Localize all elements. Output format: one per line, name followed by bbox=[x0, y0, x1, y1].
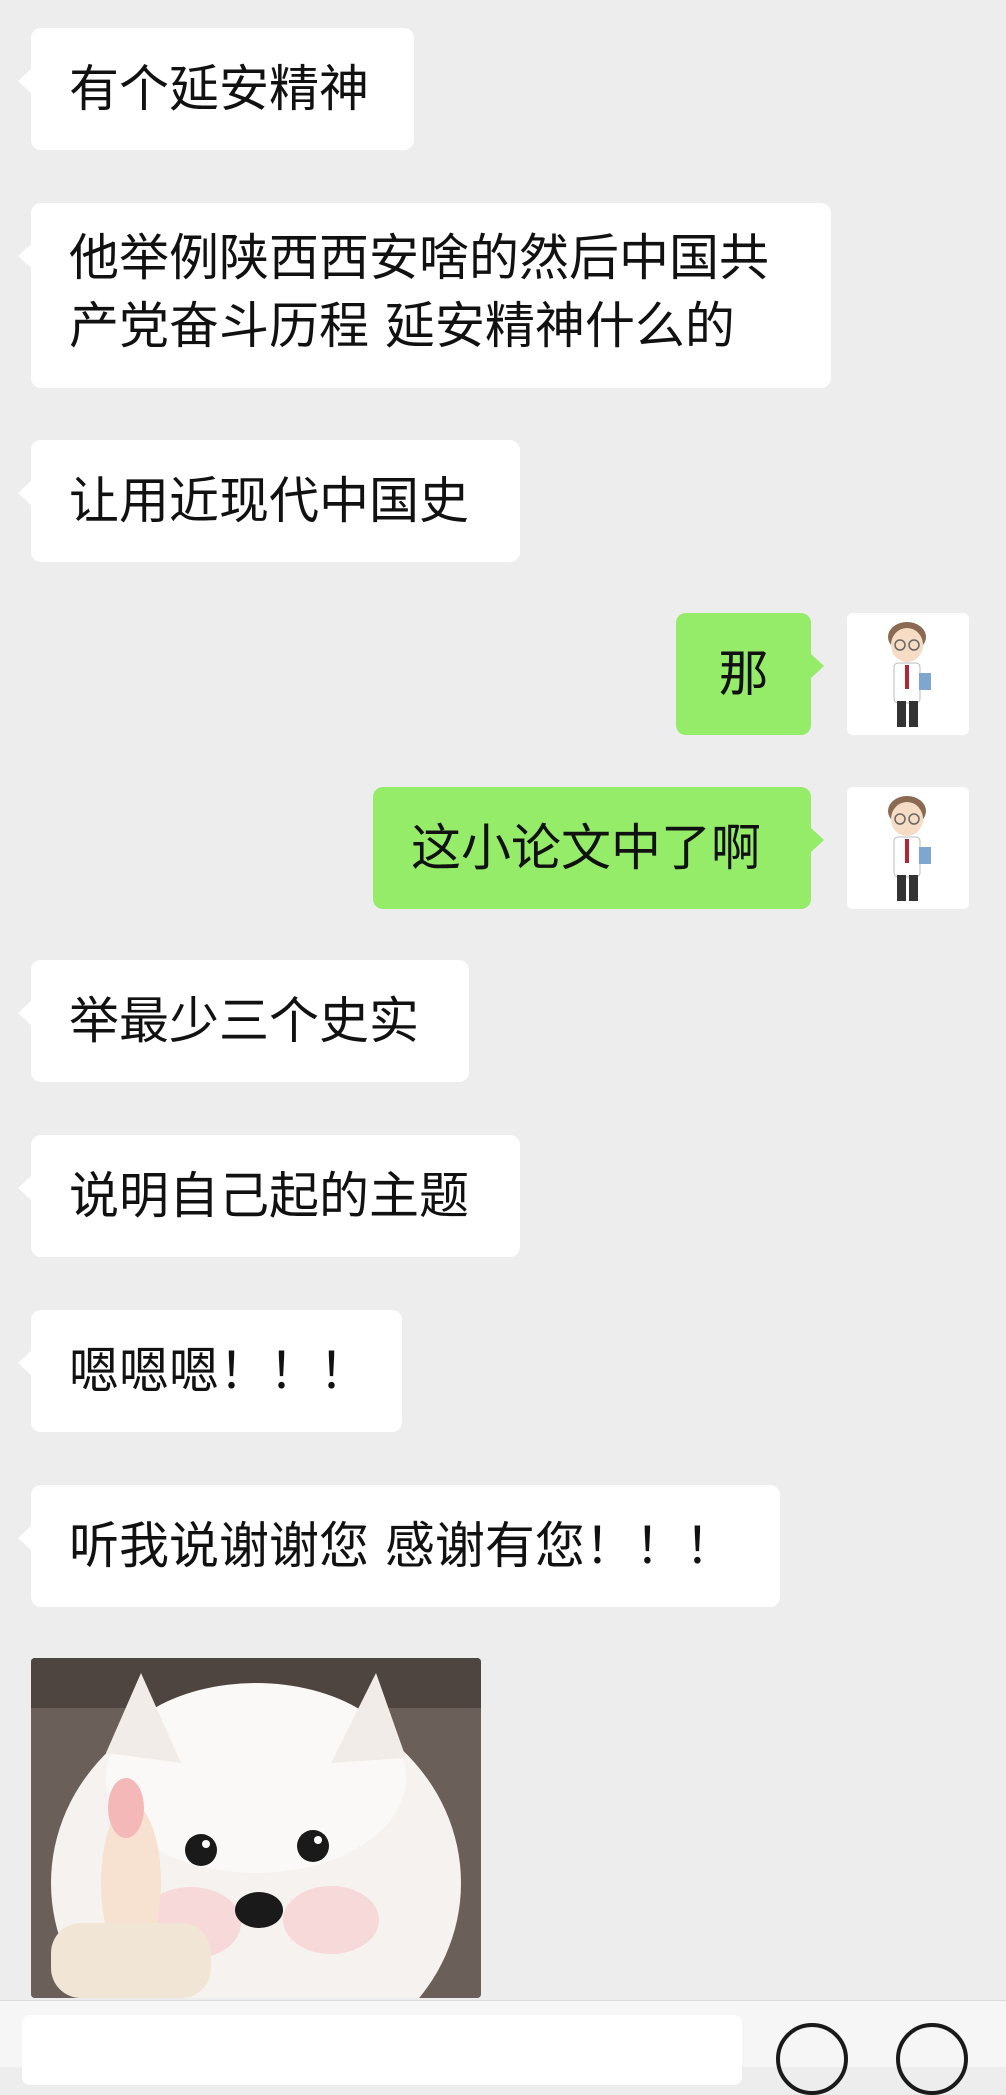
message-text: 说明自己起的主题 bbox=[69, 1167, 469, 1225]
message-bubble-incoming[interactable]: 听我说谢谢您 感谢有您！！！ bbox=[18, 1485, 780, 1607]
message-text: 让用近现代中国史 bbox=[69, 472, 469, 530]
message-text: 听我说谢谢您 感谢有您！！！ bbox=[69, 1517, 735, 1575]
message-bubble-incoming[interactable]: 说明自己起的主题 bbox=[18, 1135, 520, 1257]
chat-input-bar bbox=[0, 2000, 1006, 2095]
user-avatar[interactable] bbox=[847, 787, 969, 909]
message-text: 这小论文中了啊 bbox=[411, 819, 761, 877]
message-bubble-incoming[interactable]: 他举例陕西西安啥的然后中国共产党奋斗历程 延安精神什么的 bbox=[18, 203, 831, 388]
chat-area: 有个延安精神 他举例陕西西安啥的然后中国共产党奋斗历程 延安精神什么的 让用近现… bbox=[0, 0, 1006, 2095]
message-bubble-incoming[interactable]: 举最少三个史实 bbox=[18, 960, 469, 1082]
plus-icon[interactable] bbox=[896, 2023, 968, 2095]
cartoon-man-avatar-icon bbox=[888, 796, 931, 901]
cartoon-man-avatar-icon bbox=[888, 622, 931, 727]
white-dog-thumbs-up-sticker bbox=[31, 1658, 481, 1998]
emoji-icon[interactable] bbox=[776, 2023, 848, 2095]
message-bubble-incoming[interactable]: 有个延安精神 bbox=[18, 28, 414, 150]
dog-sticker-image[interactable] bbox=[31, 1658, 481, 1998]
message-text: 举最少三个史实 bbox=[69, 992, 419, 1050]
message-input[interactable] bbox=[22, 2015, 742, 2085]
message-bubble-incoming[interactable]: 嗯嗯嗯！！！ bbox=[18, 1310, 402, 1432]
user-avatar[interactable] bbox=[847, 613, 969, 735]
message-text: 有个延安精神 bbox=[69, 60, 369, 118]
message-text: 他举例陕西西安啥的然后中国共产党奋斗历程 延安精神什么的 bbox=[69, 229, 769, 355]
message-text: 那 bbox=[718, 645, 769, 703]
message-bubble-outgoing[interactable]: 那 bbox=[676, 613, 824, 735]
message-bubble-incoming[interactable]: 让用近现代中国史 bbox=[18, 440, 520, 562]
message-bubble-outgoing[interactable]: 这小论文中了啊 bbox=[373, 787, 824, 909]
message-text: 嗯嗯嗯！！！ bbox=[69, 1342, 369, 1400]
